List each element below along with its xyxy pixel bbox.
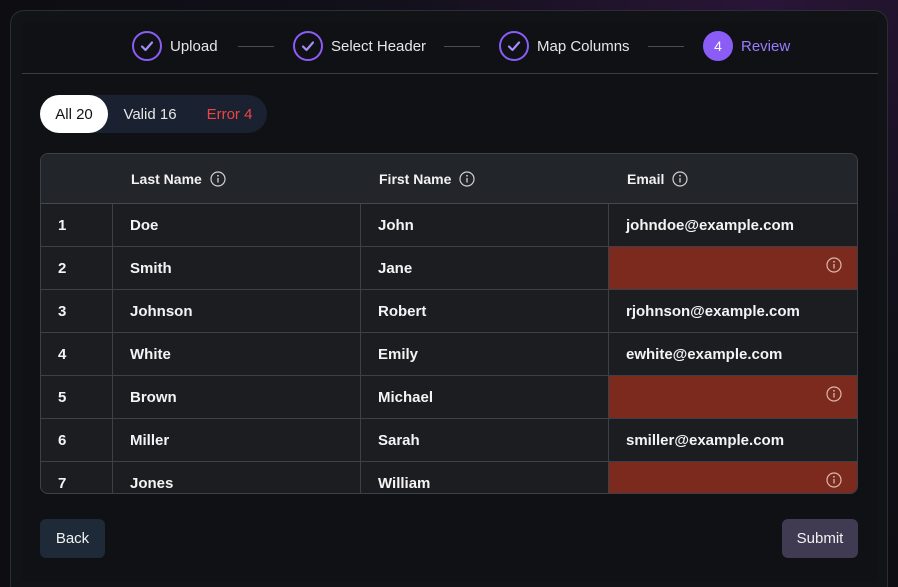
table-row[interactable]: 3 Johnson Robert rjohnson@example.com xyxy=(41,290,857,333)
step-label: Select Header xyxy=(331,37,427,55)
cell-first-name[interactable]: Emily xyxy=(361,333,609,375)
cell-email[interactable]: rjohnson@example.com xyxy=(609,290,857,332)
cell-email[interactable]: smiller@example.com xyxy=(609,419,857,461)
step-connector xyxy=(648,46,684,47)
step-connector xyxy=(238,46,274,47)
cell-last-name[interactable]: Miller xyxy=(113,419,361,461)
cell-first-name[interactable]: John xyxy=(361,204,609,246)
step-map-columns[interactable]: Map Columns xyxy=(499,31,630,61)
table-row[interactable]: 2 Smith Jane xyxy=(41,247,857,290)
import-dialog: Upload Select Header Map Columns 4 Revie… xyxy=(10,10,888,587)
filter-valid-button[interactable]: Valid 16 xyxy=(108,95,192,133)
dialog-content: Upload Select Header Map Columns 4 Revie… xyxy=(22,22,878,582)
step-number: 4 xyxy=(703,31,733,61)
row-number: 5 xyxy=(41,376,113,418)
step-connector xyxy=(444,46,480,47)
cell-last-name[interactable]: Doe xyxy=(113,204,361,246)
error-info-icon[interactable] xyxy=(826,386,842,402)
row-number: 3 xyxy=(41,290,113,332)
cell-email-error[interactable] xyxy=(609,376,857,418)
cell-email[interactable]: johndoe@example.com xyxy=(609,204,857,246)
row-number: 4 xyxy=(41,333,113,375)
table-row[interactable]: 7 Jones William xyxy=(41,462,857,493)
table-row[interactable]: 4 White Emily ewhite@example.com xyxy=(41,333,857,376)
cell-first-name[interactable]: William xyxy=(361,462,609,493)
column-header-first-name: First Name xyxy=(379,154,475,204)
filter-toggle: All 20 Valid 16 Error 4 xyxy=(40,95,267,133)
error-info-icon[interactable] xyxy=(826,472,842,488)
cell-email-error[interactable] xyxy=(609,462,857,493)
cell-last-name[interactable]: Smith xyxy=(113,247,361,289)
cell-last-name[interactable]: Johnson xyxy=(113,290,361,332)
info-icon[interactable] xyxy=(210,171,226,187)
info-icon[interactable] xyxy=(672,171,688,187)
back-button[interactable]: Back xyxy=(40,519,105,558)
cell-last-name[interactable]: Brown xyxy=(113,376,361,418)
cell-first-name[interactable]: Robert xyxy=(361,290,609,332)
submit-button[interactable]: Submit xyxy=(782,519,858,558)
error-info-icon[interactable] xyxy=(826,257,842,273)
row-number: 6 xyxy=(41,419,113,461)
column-header-email: Email xyxy=(627,154,688,204)
table-row[interactable]: 5 Brown Michael xyxy=(41,376,857,419)
cell-email[interactable]: ewhite@example.com xyxy=(609,333,857,375)
table-row[interactable]: 1 Doe John johndoe@example.com xyxy=(41,204,857,247)
step-review[interactable]: 4 Review xyxy=(703,31,790,61)
table-header: Last Name First Name Email xyxy=(41,154,857,204)
step-upload[interactable]: Upload xyxy=(132,31,218,61)
step-label: Map Columns xyxy=(537,37,630,55)
filter-error-button[interactable]: Error 4 xyxy=(192,95,267,133)
cell-first-name[interactable]: Sarah xyxy=(361,419,609,461)
check-icon xyxy=(499,31,529,61)
review-table: Last Name First Name Email 1 Doe John jo… xyxy=(40,153,858,494)
step-select-header[interactable]: Select Header xyxy=(293,31,426,61)
row-number: 1 xyxy=(41,204,113,246)
cell-first-name[interactable]: Jane xyxy=(361,247,609,289)
row-number: 7 xyxy=(41,462,113,493)
row-number: 2 xyxy=(41,247,113,289)
cell-first-name[interactable]: Michael xyxy=(361,376,609,418)
info-icon[interactable] xyxy=(459,171,475,187)
check-icon xyxy=(132,31,162,61)
stepper: Upload Select Header Map Columns 4 Revie… xyxy=(22,22,878,74)
cell-last-name[interactable]: White xyxy=(113,333,361,375)
filter-all-button[interactable]: All 20 xyxy=(40,95,108,133)
table-row[interactable]: 6 Miller Sarah smiller@example.com xyxy=(41,419,857,462)
step-label: Upload xyxy=(170,37,218,55)
check-icon xyxy=(293,31,323,61)
step-label: Review xyxy=(741,37,791,55)
column-header-last-name: Last Name xyxy=(131,154,226,204)
cell-last-name[interactable]: Jones xyxy=(113,462,361,493)
cell-email-error[interactable] xyxy=(609,247,857,289)
